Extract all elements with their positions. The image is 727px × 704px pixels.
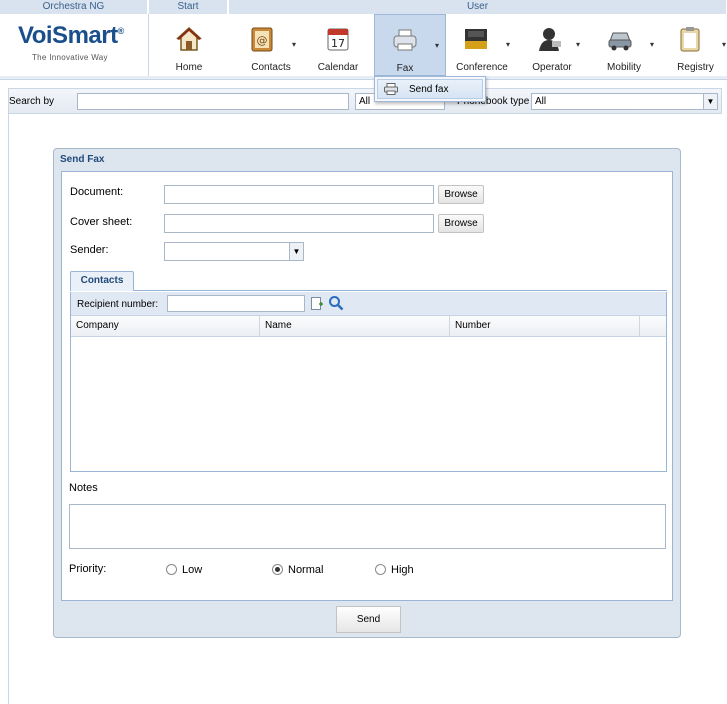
chevron-down-icon[interactable]: ▼ (289, 243, 303, 260)
clipboard-icon (680, 27, 700, 52)
phonebook-type-select[interactable]: All ▼ (531, 93, 718, 110)
search-by-label: Search by (9, 96, 55, 107)
radio-icon (166, 564, 177, 575)
search-icon[interactable] (328, 295, 344, 311)
address-book-icon: @ (251, 27, 273, 52)
brand-tagline: The Innovative Way (32, 53, 108, 62)
group-header-start: Start (149, 0, 228, 14)
sender-select[interactable]: ▼ (164, 242, 304, 261)
tab-strip: Contacts (70, 270, 667, 291)
voismart-logo: VoiSmart® (18, 22, 124, 49)
contacts-button[interactable]: @ ▾ Contacts (236, 14, 306, 76)
radio-icon (375, 564, 386, 575)
column-company[interactable]: Company (71, 316, 260, 336)
panel-title: Send Fax (60, 154, 105, 165)
notes-label: Notes (69, 482, 98, 494)
group-header-orchestra: Orchestra NG (0, 0, 148, 14)
operator-person-icon (539, 28, 561, 51)
search-input[interactable] (77, 93, 349, 110)
fax-button[interactable]: ▾ Fax (374, 14, 446, 76)
registry-button[interactable]: ▾ Registry (664, 14, 727, 76)
column-name[interactable]: Name (260, 316, 450, 336)
document-label: Document: (70, 186, 124, 198)
send-fax-form: Document: Browse Cover sheet: Browse Sen… (61, 171, 673, 601)
home-icon (176, 26, 202, 51)
printer-icon (393, 29, 417, 51)
contacts-dropdown-arrow[interactable]: ▾ (292, 40, 296, 49)
chevron-down-icon[interactable]: ▼ (703, 94, 717, 109)
radio-selected-icon (272, 564, 283, 575)
cover-sheet-label: Cover sheet: (70, 216, 133, 228)
notes-textarea[interactable] (69, 504, 666, 549)
recipient-number-label: Recipient number: (77, 299, 159, 310)
contacts-panel: Recipient number: Company Name Number (70, 292, 667, 472)
search-bar: Search by All Phonebook type All ▼ (8, 88, 722, 114)
svg-text:17: 17 (331, 37, 345, 50)
fax-dropdown-arrow[interactable]: ▾ (435, 41, 439, 50)
document-browse-button[interactable]: Browse (438, 185, 484, 204)
document-field[interactable] (164, 185, 434, 204)
priority-low-radio[interactable]: Low (166, 564, 202, 576)
column-number[interactable]: Number (450, 316, 640, 336)
mobility-dropdown-arrow[interactable]: ▾ (650, 40, 654, 49)
cover-sheet-field[interactable] (164, 214, 434, 233)
column-extra (640, 316, 666, 336)
printer-small-icon (384, 83, 398, 95)
tab-contacts[interactable]: Contacts (70, 271, 134, 291)
menu-item-send-fax[interactable]: Send fax (377, 79, 483, 99)
fax-menu: Send fax (374, 76, 486, 102)
group-header-user: User (229, 0, 727, 14)
contacts-grid-header: Company Name Number (71, 316, 666, 337)
priority-label: Priority: (69, 563, 107, 575)
send-fax-panel: Send Fax Document: Browse Cover sheet: B… (53, 148, 681, 638)
home-button[interactable]: Home (150, 14, 228, 76)
recipient-bar: Recipient number: (71, 292, 666, 316)
add-recipient-icon[interactable] (311, 297, 323, 311)
calendar-icon: 17 (327, 28, 349, 51)
recipient-number-input[interactable] (167, 295, 305, 312)
registry-dropdown-arrow[interactable]: ▾ (722, 40, 726, 49)
send-button[interactable]: Send (336, 606, 401, 633)
conference-phone-icon (465, 29, 487, 49)
operator-button[interactable]: ▾ Operator (520, 14, 584, 76)
priority-normal-radio[interactable]: Normal (272, 564, 323, 576)
svg-text:@: @ (257, 34, 268, 47)
toolbar-divider (0, 76, 727, 80)
sender-label: Sender: (70, 244, 109, 256)
main-toolbar: Orchestra NG Start User VoiSmart® The In… (0, 0, 727, 80)
car-icon (608, 32, 632, 51)
cover-sheet-browse-button[interactable]: Browse (438, 214, 484, 233)
operator-dropdown-arrow[interactable]: ▾ (576, 40, 580, 49)
content-left-border (8, 114, 9, 704)
conference-button[interactable]: ▾ Conference (448, 14, 516, 76)
mobility-button[interactable]: ▾ Mobility (592, 14, 656, 76)
priority-high-radio[interactable]: High (375, 564, 414, 576)
calendar-button[interactable]: 17 Calendar (308, 14, 368, 76)
conference-dropdown-arrow[interactable]: ▾ (506, 40, 510, 49)
